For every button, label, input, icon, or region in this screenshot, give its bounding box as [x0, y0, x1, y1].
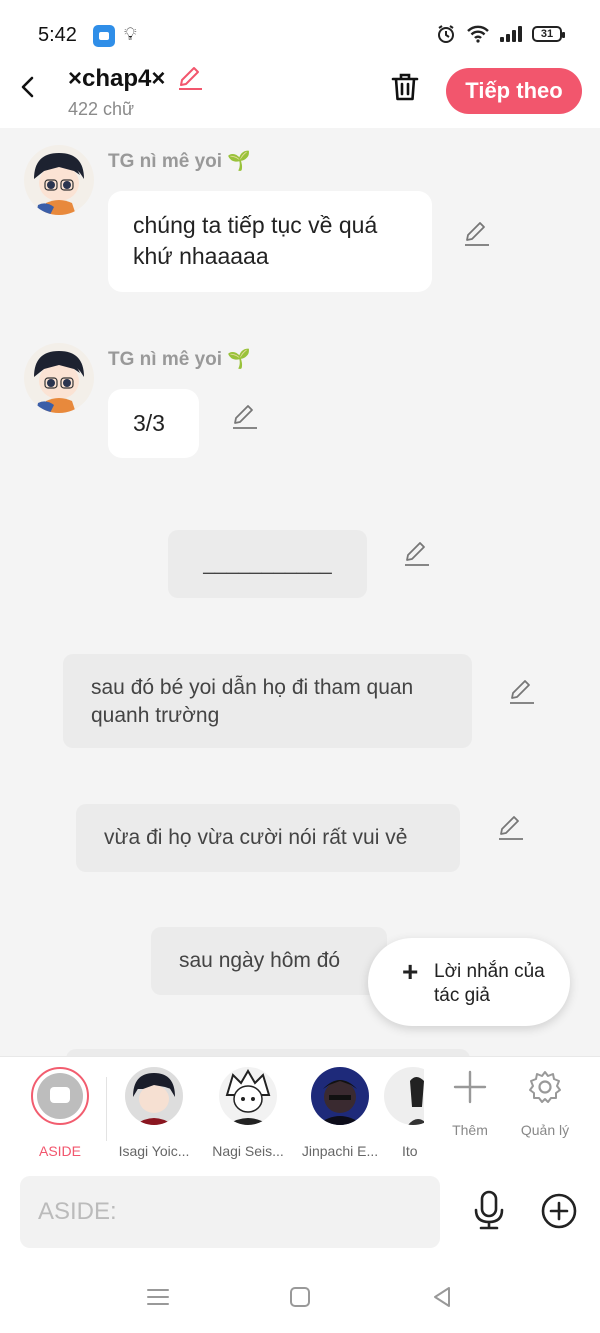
- cloud-app-icon: [93, 25, 115, 47]
- character-avatar: [311, 1067, 369, 1125]
- message-author: TG nì mê yoi 🌱: [108, 349, 251, 370]
- status-time: 5:42: [38, 24, 77, 46]
- system-nav-bar: [0, 1260, 600, 1333]
- signal-icon: [500, 26, 522, 42]
- character-aside[interactable]: ASIDE: [17, 1067, 103, 1159]
- character-isagi[interactable]: Isagi Yoic...: [111, 1067, 197, 1159]
- back-icon[interactable]: [429, 1284, 455, 1310]
- edit-narration-icon[interactable]: [496, 812, 526, 842]
- chapter-title[interactable]: ×chap4×: [68, 65, 165, 93]
- edit-title-icon[interactable]: [176, 64, 204, 92]
- character-name: Ito: [402, 1143, 418, 1159]
- character-avatar: [384, 1067, 424, 1125]
- narration-block[interactable]: [66, 1049, 470, 1056]
- narration-block[interactable]: ___________: [168, 530, 367, 598]
- alarm-icon: [438, 25, 454, 43]
- character-avatar: [219, 1067, 277, 1125]
- plus-icon: +: [402, 956, 419, 987]
- character-jinpachi[interactable]: Jinpachi E...: [297, 1067, 383, 1159]
- edit-message-icon[interactable]: [462, 218, 492, 248]
- wifi-icon: [467, 25, 489, 43]
- editor-header: ×chap4× 422 chữ Tiếp theo: [0, 60, 600, 128]
- manage-label: Quản lý: [520, 1122, 570, 1138]
- bulb-icon: 💡︎: [124, 24, 137, 44]
- home-icon[interactable]: [287, 1284, 313, 1310]
- add-circle-icon[interactable]: [540, 1192, 578, 1230]
- character-nagi[interactable]: Nagi Seis...: [205, 1067, 291, 1159]
- edit-message-icon[interactable]: [230, 401, 260, 431]
- message-author: TG nì mê yoi 🌱: [108, 151, 251, 172]
- gear-icon: [529, 1071, 561, 1103]
- narration-block[interactable]: vừa đi họ vừa cười nói rất vui vẻ: [76, 804, 460, 872]
- input-bar: [0, 1164, 600, 1260]
- manage-characters-button[interactable]: Quản lý: [510, 1069, 580, 1138]
- narration-icon: [37, 1073, 83, 1119]
- character-ito[interactable]: Ito: [384, 1067, 424, 1159]
- author-avatar[interactable]: [24, 343, 94, 413]
- word-count: 422 chữ: [68, 99, 135, 119]
- status-indicators: 31: [436, 24, 565, 44]
- edit-narration-icon[interactable]: [507, 676, 537, 706]
- trash-icon[interactable]: [388, 70, 422, 104]
- plus-icon: [453, 1070, 487, 1104]
- narration-block[interactable]: sau ngày hôm đó: [151, 927, 387, 995]
- chat-area: TG nì mê yoi 🌱 chúng ta tiếp tục về quá …: [0, 128, 600, 1056]
- author-note-label: Lời nhắn của tác giả: [434, 961, 545, 1006]
- message-bubble[interactable]: 3/3: [108, 389, 199, 458]
- microphone-icon[interactable]: [470, 1190, 508, 1230]
- author-note-button[interactable]: + Lời nhắn của tác giả: [368, 938, 570, 1026]
- message-input[interactable]: [20, 1176, 440, 1248]
- character-name: ASIDE: [38, 1143, 81, 1159]
- character-name: Jinpachi E...: [301, 1143, 379, 1159]
- character-name: Nagi Seis...: [212, 1143, 284, 1159]
- battery-icon: 31: [532, 26, 565, 42]
- add-character-button[interactable]: Thêm: [435, 1069, 505, 1138]
- menu-icon[interactable]: [145, 1284, 171, 1310]
- status-bar: 5:42 💡︎ 31: [0, 0, 600, 60]
- divider: [106, 1077, 107, 1141]
- character-name: Isagi Yoic...: [118, 1143, 190, 1159]
- author-avatar[interactable]: [24, 145, 94, 215]
- character-avatar: [125, 1067, 183, 1125]
- message-bubble[interactable]: chúng ta tiếp tục về quá khứ nhaaaaa: [108, 191, 432, 292]
- next-button[interactable]: Tiếp theo: [446, 68, 582, 114]
- aside-avatar: [31, 1067, 89, 1125]
- edit-narration-icon[interactable]: [402, 538, 432, 568]
- character-bar: ASIDE Isagi Yoic... Nagi Seis... Jinpach…: [0, 1056, 600, 1164]
- narration-block[interactable]: sau đó bé yoi dẫn họ đi tham quan quanh …: [63, 654, 472, 748]
- back-arrow-icon[interactable]: [14, 72, 44, 102]
- add-label: Thêm: [452, 1122, 488, 1138]
